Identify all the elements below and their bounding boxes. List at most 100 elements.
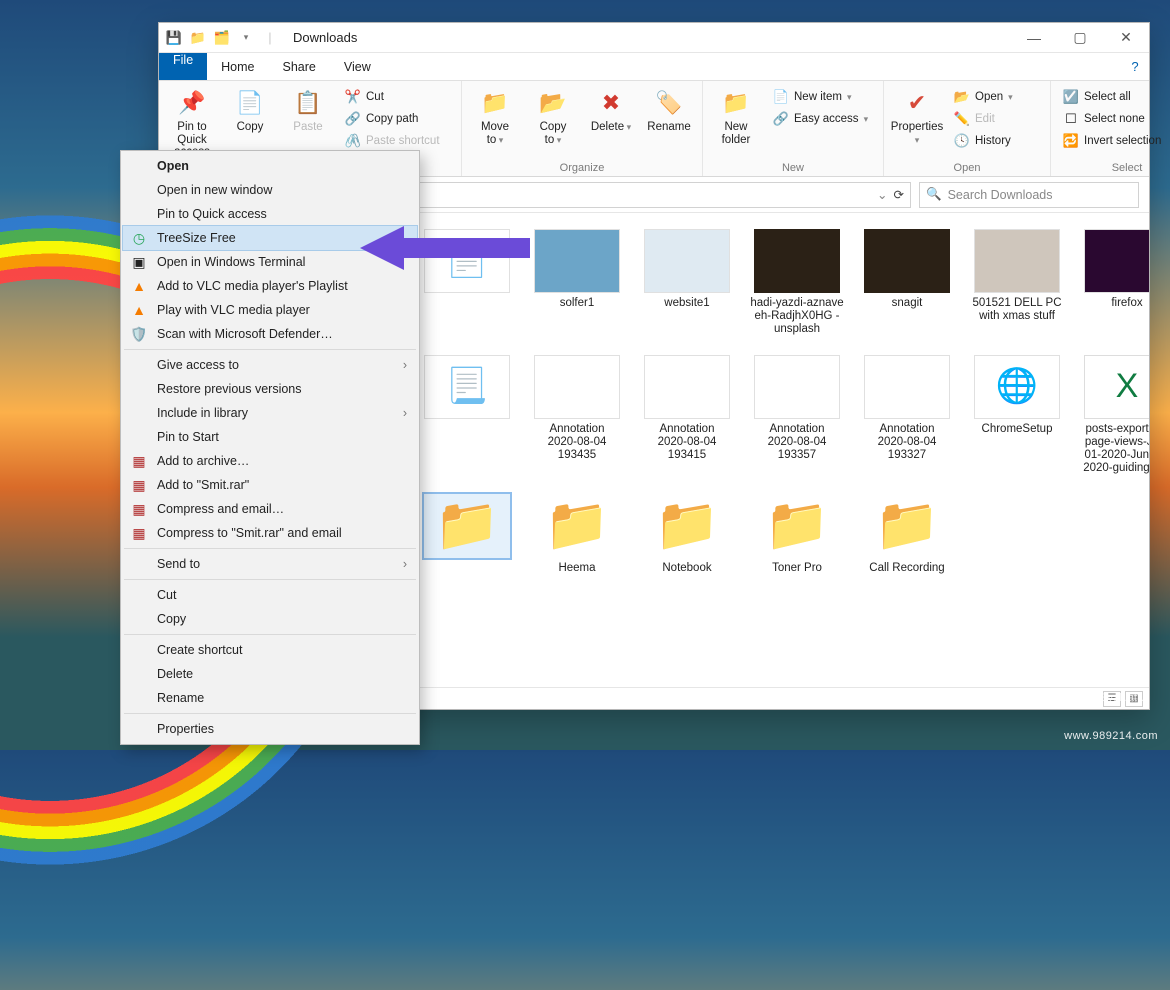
file-item[interactable]: 501521 DELL PC with xmas stuff	[969, 229, 1065, 337]
file-item[interactable]: 📁Notebook	[639, 494, 735, 575]
thumb: 🌐	[974, 355, 1060, 419]
open-button[interactable]: 📂Open	[950, 87, 1042, 107]
folder-thumb: 📁	[644, 494, 730, 558]
folder-thumb: 📁	[424, 494, 510, 558]
ctx-open[interactable]: Open	[123, 154, 417, 178]
ctx-give-access[interactable]: Give access to	[123, 353, 417, 377]
file-item[interactable]: firefox	[1079, 229, 1149, 337]
delete-button[interactable]: ✖Delete	[584, 85, 638, 159]
ctx-restore-versions[interactable]: Restore previous versions	[123, 377, 417, 401]
properties-button[interactable]: ✔︎Properties	[890, 85, 944, 159]
invert-icon: 🔁	[1063, 133, 1079, 149]
thumb	[534, 229, 620, 293]
file-item[interactable]: solfer1	[529, 229, 625, 337]
new-folder-button[interactable]: 📁New folder	[709, 85, 763, 159]
folder-thumb: 📁	[864, 494, 950, 558]
tab-file[interactable]: File	[159, 53, 207, 80]
copy-icon: 📄	[235, 88, 265, 118]
ctx-include-library[interactable]: Include in library	[123, 401, 417, 425]
file-item[interactable]: 📃	[419, 355, 515, 476]
cut-icon: ✂️	[345, 89, 361, 105]
file-item-selected[interactable]: 📁	[419, 494, 515, 575]
ctx-vlc-play[interactable]: ▲Play with VLC media player	[123, 298, 417, 322]
rename-button[interactable]: 🏷️Rename	[642, 85, 696, 159]
cut-button[interactable]: ✂️Cut	[341, 87, 453, 107]
maximize-button[interactable]: ▢	[1057, 23, 1103, 53]
file-item[interactable]: Annotation 2020-08-04 193327	[859, 355, 955, 476]
file-item[interactable]: 📁Heema	[529, 494, 625, 575]
terminal-icon: ▣	[130, 253, 148, 271]
pin-quick-button[interactable]: 📌 Pin to Quick access	[165, 85, 219, 159]
ctx-windows-terminal[interactable]: ▣Open in Windows Terminal	[123, 250, 417, 274]
qat-sep: |	[261, 29, 279, 47]
copyto-icon: 📂	[538, 88, 568, 118]
folder2-icon[interactable]: 🗂️	[213, 29, 231, 47]
select-all-button[interactable]: ☑️Select all	[1059, 87, 1170, 107]
ctx-delete[interactable]: Delete	[123, 662, 417, 686]
ribbon-help-icon[interactable]: ?	[1121, 53, 1149, 80]
tab-view[interactable]: View	[330, 53, 385, 80]
invert-selection-button[interactable]: 🔁Invert selection	[1059, 131, 1170, 151]
minimize-button[interactable]: —	[1011, 23, 1057, 53]
copypath-icon: 🔗	[345, 111, 361, 127]
selectall-icon: ☑️	[1063, 89, 1079, 105]
props-icon: ✔︎	[902, 88, 932, 118]
ribbon-group-new: 📁New folder 📄New item 🔗Easy access New	[703, 81, 884, 176]
ctx-vlc-playlist[interactable]: ▲Add to VLC media player's Playlist	[123, 274, 417, 298]
qat-more-icon[interactable]: ▾	[237, 29, 255, 47]
paste-shortcut-button[interactable]: 🖇️Paste shortcut	[341, 131, 453, 151]
copy-to-button[interactable]: 📂Copy to	[526, 85, 580, 159]
moveto-icon: 📁	[480, 88, 510, 118]
file-item[interactable]: 🌐ChromeSetup	[969, 355, 1065, 476]
ctx-compress-smit-email[interactable]: ▦Compress to "Smit.rar" and email	[123, 521, 417, 545]
ctx-treesize[interactable]: ◷TreeSize Free	[123, 226, 417, 250]
file-item[interactable]: snagit	[859, 229, 955, 337]
easy-access-button[interactable]: 🔗Easy access	[769, 109, 875, 129]
thumb: 📃	[424, 355, 510, 419]
addr-dropdown-icon[interactable]: ⌄	[877, 187, 887, 202]
ctx-add-smit-rar[interactable]: ▦Add to "Smit.rar"	[123, 473, 417, 497]
file-item[interactable]: website1	[639, 229, 735, 337]
file-item[interactable]: Annotation 2020-08-04 193435	[529, 355, 625, 476]
ctx-rename[interactable]: Rename	[123, 686, 417, 710]
ctx-open-new-window[interactable]: Open in new window	[123, 178, 417, 202]
ctx-pin-start[interactable]: Pin to Start	[123, 425, 417, 449]
search-box[interactable]: 🔍 Search Downloads	[919, 182, 1139, 208]
move-to-button[interactable]: 📁Move to	[468, 85, 522, 159]
ctx-pin-quick[interactable]: Pin to Quick access	[123, 202, 417, 226]
ctx-create-shortcut[interactable]: Create shortcut	[123, 638, 417, 662]
rename-icon: 🏷️	[654, 88, 684, 118]
tab-home[interactable]: Home	[207, 53, 268, 80]
file-item[interactable]: Annotation 2020-08-04 193415	[639, 355, 735, 476]
paste-button[interactable]: 📋 Paste	[281, 85, 335, 159]
file-item[interactable]: Xposts-export-by- page-views-Jun- 01-202…	[1079, 355, 1149, 476]
ctx-compress-email[interactable]: ▦Compress and email…	[123, 497, 417, 521]
ctx-cut[interactable]: Cut	[123, 583, 417, 607]
select-none-button[interactable]: ☐Select none	[1059, 109, 1170, 129]
file-item[interactable]: hadi-yazdi-aznave eh-RadjhX0HG - unsplas…	[749, 229, 845, 337]
file-item[interactable]: Annotation 2020-08-04 193357	[749, 355, 845, 476]
file-item[interactable]: 📁Toner Pro	[749, 494, 845, 575]
save-icon[interactable]: 💾	[165, 29, 183, 47]
window-controls: — ▢ ✕	[1011, 23, 1149, 53]
pin-icon: 📌	[177, 88, 207, 118]
file-item[interactable]: 📄	[419, 229, 515, 337]
history-button[interactable]: 🕓History	[950, 131, 1042, 151]
copy-path-button[interactable]: 🔗Copy path	[341, 109, 453, 129]
tab-share[interactable]: Share	[269, 53, 330, 80]
close-button[interactable]: ✕	[1103, 23, 1149, 53]
new-item-button[interactable]: 📄New item	[769, 87, 875, 107]
file-item[interactable]: 📁Call Recording	[859, 494, 955, 575]
ctx-add-archive[interactable]: ▦Add to archive…	[123, 449, 417, 473]
refresh-icon[interactable]: ⟳	[894, 187, 904, 202]
ribbon-group-select: ☑️Select all ☐Select none 🔁Invert select…	[1051, 81, 1170, 176]
copy-button[interactable]: 📄 Copy	[223, 85, 277, 159]
ctx-copy[interactable]: Copy	[123, 607, 417, 631]
ctx-send-to[interactable]: Send to	[123, 552, 417, 576]
folder-icon[interactable]: 📁	[189, 29, 207, 47]
ctx-properties[interactable]: Properties	[123, 717, 417, 741]
edit-button[interactable]: ✏️Edit	[950, 109, 1042, 129]
thumb	[974, 229, 1060, 293]
ctx-defender[interactable]: 🛡️Scan with Microsoft Defender…	[123, 322, 417, 346]
newfolder-icon: 📁	[721, 88, 751, 118]
